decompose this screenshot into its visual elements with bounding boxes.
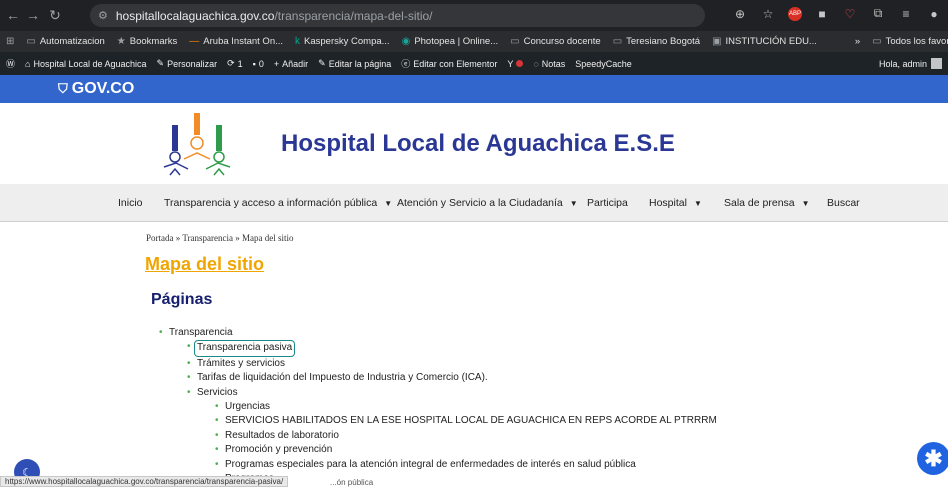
wp-admin-bar: Ⓦ ⌂ Hospital Local de Aguachica ✎ Personal… [0,52,948,75]
plus-icon: + [273,58,280,69]
profile-icon[interactable]: ● [926,7,942,21]
reload-icon[interactable]: ↻ [44,7,66,24]
link-preview-status: https://www.hospitallocalaguachica.gov.c… [0,476,289,487]
bookmark-item[interactable]: ★ Bookmarks [117,36,177,47]
pencil-icon: ✎ [318,58,326,68]
elementor-icon: ⓔ [401,59,411,69]
url-host: hospitallocalaguachica.gov.co [115,8,275,23]
bookmarks-bar: ⊞ ▭ Automatizacion ★ Bookmarks — Aruba Inst… [0,31,948,52]
sitemap-link[interactable]: Urgencias [215,400,717,415]
folder-icon: ▭ [510,36,520,47]
site-title[interactable]: Hospital Local de Aguachica E.S.E [281,130,675,158]
comment-icon: ▪ [252,58,256,69]
apps-grid-icon[interactable]: ⊞ [6,36,14,47]
folder-icon: ▭ [26,36,36,47]
hospital-logo[interactable] [162,111,232,177]
photopea-icon: ◉ [401,36,411,47]
nav-item-sala-de-prensa[interactable]: Sala de prensa ▼ [724,197,810,209]
nav-item-buscar[interactable]: Buscar [827,197,860,209]
bookmark-item[interactable]: ▭ Teresiano Bogotá [613,36,700,47]
bookmark-item[interactable]: ◉ Photopea | Online... [402,36,499,47]
page-title: Mapa del sitio [145,254,265,274]
nav-item-participa[interactable]: Participa [587,197,628,209]
wp-seo[interactable]: Y [507,58,524,69]
wordpress-logo-icon[interactable]: Ⓦ [6,57,15,70]
sitemap-link[interactable]: Transparencia Transparencia pasiva Trámi… [159,326,717,487]
focused-link[interactable]: Transparencia pasiva [194,340,296,357]
govco-shield-icon: ⛉ [58,81,68,96]
url-path: /transparencia/mapa-del-sitio/ [274,8,433,23]
star-icon: ★ [116,36,126,47]
site-info-icon[interactable]: ⚙ [98,9,108,22]
sitemap-link[interactable]: Resultados de laboratorio [215,429,717,444]
breadcrumb[interactable]: Portada » Transparencia » Mapa del sitio [146,233,293,243]
caret-down-icon: ▼ [569,198,578,208]
wp-add-new[interactable]: + Añadir [274,59,308,69]
bookmark-item[interactable]: ▭ Automatizacion [26,36,104,47]
home-icon: ⌂ [25,58,31,69]
refresh-icon: ⟳ [227,58,235,68]
obscured-text: ...ón pública [330,478,374,487]
extensions-puzzle-icon[interactable]: ⧉ [870,6,886,21]
bookmark-item[interactable]: ▭Todos los favoritos [872,36,948,47]
site-header: Hospital Local de Aguachica E.S.E [0,103,948,184]
kaspersky-icon: k [295,36,301,47]
seo-status-dot [516,60,524,67]
avatar [931,58,942,69]
more-bookmarks-icon[interactable]: » [855,36,860,47]
aruba-icon: — [189,36,200,47]
extension-square-icon[interactable]: ■ [814,7,830,21]
sitemap-link[interactable]: Transparencia pasiva [187,340,717,357]
folder-icon: ▭ [872,36,882,47]
caret-down-icon: ▼ [384,198,393,208]
caret-down-icon: ▼ [801,198,810,208]
sitemap-tree: Transparencia Transparencia pasiva Trámi… [159,326,717,487]
section-title: Páginas [151,291,213,308]
browser-toolbar: ← → ↻ ⚙ hospitallocalaguachica.gov.co/tr… [0,0,948,31]
sitemap-link[interactable]: SERVICIOS HABILITADOS EN LA ESE HOSPITAL… [215,414,717,429]
wp-elementor[interactable]: ⓔ Editar con Elementor [401,57,497,70]
adblock-extension-icon[interactable]: ABP [788,6,802,21]
folder-icon: ▭ [612,36,623,47]
sitemap-link[interactable]: Programas especiales para la atención in… [215,458,717,473]
nav-item-transparencia[interactable]: Transparencia y acceso a información púb… [164,197,392,209]
nav-item-atencion[interactable]: Atención y Servicio a la Ciudadanía ▼ [397,197,578,209]
wp-edit-page[interactable]: ✎ Editar la página [318,58,391,69]
reading-list-icon[interactable]: ≡ [898,7,914,21]
zoom-icon[interactable]: ⊕ [732,7,748,21]
sitemap-link[interactable]: Trámites y servicios [187,357,717,372]
yoast-icon: Y [507,58,514,69]
bookmark-item[interactable]: k Kaspersky Compa... [295,36,390,47]
speech-bubble-icon: ◌ [533,58,539,69]
wp-notes[interactable]: ◌ Notas [533,59,565,69]
bookmark-star-icon[interactable]: ☆ [760,7,776,21]
govco-bar[interactable]: ⛉ GOV.CO [0,75,948,103]
sitemap-link[interactable]: Tarifas de liquidación del Impuesto de I… [187,371,717,386]
site-icon: ▣ [712,36,722,47]
bookmark-item[interactable]: ▣ INSTITUCIÓN EDU... [712,36,817,47]
wp-speedycache[interactable]: SpeedyCache [575,59,632,69]
main-navigation: Inicio Transparencia y acceso a informac… [0,184,948,222]
wp-comments[interactable]: ▪ 0 [253,59,264,69]
forward-icon[interactable]: → [22,7,44,23]
brush-icon: ✎ [156,58,165,68]
caret-down-icon: ▼ [693,198,702,208]
nav-item-hospital[interactable]: Hospital ▼ [649,197,702,209]
sitemap-link[interactable]: Promoción y prevención [215,443,717,458]
sitemap-link[interactable]: Servicios Urgencias SERVICIOS HABILITADO… [187,386,717,487]
nav-item-inicio[interactable]: Inicio [118,197,143,209]
wp-site-link[interactable]: ⌂ Hospital Local de Aguachica [25,59,147,69]
bookmark-item[interactable]: ▭ Concurso docente [510,36,601,47]
wp-updates[interactable]: ⟳ 1 [227,58,243,69]
accessibility-button[interactable]: ✱ [917,442,948,475]
wp-account[interactable]: Hola, admin [879,58,942,69]
wp-customize[interactable]: ✎ Personalizar [157,58,218,69]
accessibility-icon: ✱ [924,445,943,471]
pocket-extension-icon[interactable]: ♡ [842,7,858,21]
back-icon[interactable]: ← [2,7,24,23]
govco-label: GOV.CO [71,80,135,97]
sitemap-link[interactable]: Programas [215,472,717,487]
address-bar[interactable]: ⚙ hospitallocalaguachica.gov.co/transpar… [90,4,705,27]
bookmark-item[interactable]: — Aruba Instant On... [189,36,283,47]
